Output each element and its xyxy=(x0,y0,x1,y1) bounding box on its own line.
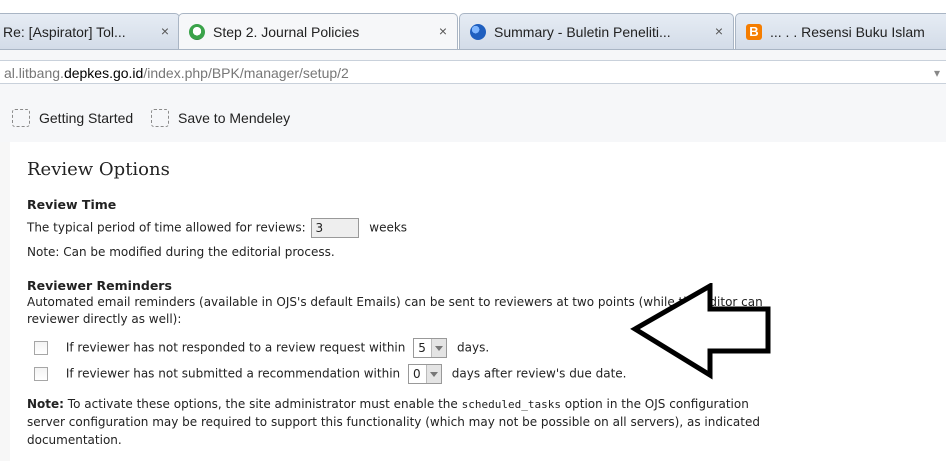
select-value: 0 xyxy=(412,367,421,381)
reminders-note: Note: To activate these options, the sit… xyxy=(27,397,749,411)
tab-strip: Re: [Aspirator] Tol... × Step 2. Journal… xyxy=(0,0,946,52)
dropdown-arrow-icon[interactable]: ▾ xyxy=(934,61,940,85)
review-time-row: The typical period of time allowed for r… xyxy=(27,218,407,238)
url-path: /index.php/BPK/manager/setup/2 xyxy=(143,65,349,81)
navigation-bar: al.litbang.depkes.go.id/index.php/BPK/ma… xyxy=(0,49,946,96)
dropdown-arrow-icon xyxy=(431,339,447,357)
note-text-cont: option in the OJS configuration xyxy=(564,397,749,411)
submit-days-select[interactable]: 0 xyxy=(407,364,442,384)
respond-days-select[interactable]: 5 xyxy=(413,338,448,358)
tab-summary[interactable]: Summary - Buletin Peneliti... × xyxy=(459,13,734,49)
option-label: If reviewer has not responded to a revie… xyxy=(65,340,406,355)
tab-close-icon[interactable]: × xyxy=(439,23,447,39)
tab-title: Re: [Aspirator] Tol... xyxy=(3,23,126,40)
reminders-note-line2: server configuration may be required to … xyxy=(27,415,760,429)
reviewer-reminders-heading: Reviewer Reminders xyxy=(27,278,172,293)
reminders-note-line3: documentation. xyxy=(27,433,122,447)
tab-resensi[interactable]: B ... . . Resensi Buku Islam xyxy=(735,13,946,49)
bookmark-save-to-mendeley[interactable]: Save to Mendeley xyxy=(151,109,290,127)
option-suffix: days. xyxy=(457,340,490,355)
summary-favicon-icon xyxy=(470,23,486,40)
reminders-description-cont: reviewer directly as well): xyxy=(27,312,182,326)
note-label: Note: xyxy=(27,397,64,411)
tab-close-icon[interactable]: × xyxy=(161,23,169,39)
blogger-icon: B xyxy=(746,23,762,40)
submit-reminder-checkbox[interactable] xyxy=(34,367,48,381)
review-time-heading: Review Time xyxy=(27,197,117,212)
bookmark-label: Getting Started xyxy=(39,110,134,126)
bookmark-page-icon xyxy=(151,109,169,127)
journal-favicon-icon xyxy=(189,23,205,40)
annotation-left-arrow-icon xyxy=(630,283,771,380)
review-time-unit: weeks xyxy=(369,220,408,235)
bookmark-label: Save to Mendeley xyxy=(178,110,291,126)
bookmark-getting-started[interactable]: Getting Started xyxy=(12,109,133,127)
tab-close-icon[interactable]: × xyxy=(715,23,723,39)
reminder-option-respond: If reviewer has not responded to a revie… xyxy=(34,338,489,358)
review-weeks-input[interactable]: 3 xyxy=(311,218,360,238)
review-time-prompt: The typical period of time allowed for r… xyxy=(27,220,306,235)
note-text: To activate these options, the site admi… xyxy=(67,397,458,411)
review-time-note: Note: Can be modified during the editori… xyxy=(27,245,335,259)
page-content: Review Options Review Time The typical p… xyxy=(0,142,946,461)
tab-title: Step 2. Journal Policies xyxy=(213,23,360,40)
url-prefix: al.litbang. xyxy=(4,65,64,81)
dropdown-arrow-icon xyxy=(425,365,441,383)
respond-reminder-checkbox[interactable] xyxy=(34,341,48,355)
option-label: If reviewer has not submitted a recommen… xyxy=(65,366,401,381)
option-suffix: days after review's due date. xyxy=(451,366,627,381)
tab-title: ... . . Resensi Buku Islam xyxy=(770,23,925,40)
select-value: 5 xyxy=(418,341,426,355)
page-heading: Review Options xyxy=(27,159,170,180)
url-field[interactable]: al.litbang.depkes.go.id/index.php/BPK/ma… xyxy=(0,60,946,84)
tab-aspirator[interactable]: Re: [Aspirator] Tol... × xyxy=(0,13,180,49)
tab-title: Summary - Buletin Peneliti... xyxy=(494,23,671,40)
bookmarks-bar: Getting Started Save to Mendeley xyxy=(0,95,946,143)
url-host: depkes.go.id xyxy=(63,65,144,81)
tab-journal-policies[interactable]: Step 2. Journal Policies × xyxy=(178,13,458,49)
bookmark-page-icon xyxy=(12,109,30,127)
note-code: scheduled_tasks xyxy=(461,398,561,411)
reminder-option-submit: If reviewer has not submitted a recommen… xyxy=(34,364,626,384)
